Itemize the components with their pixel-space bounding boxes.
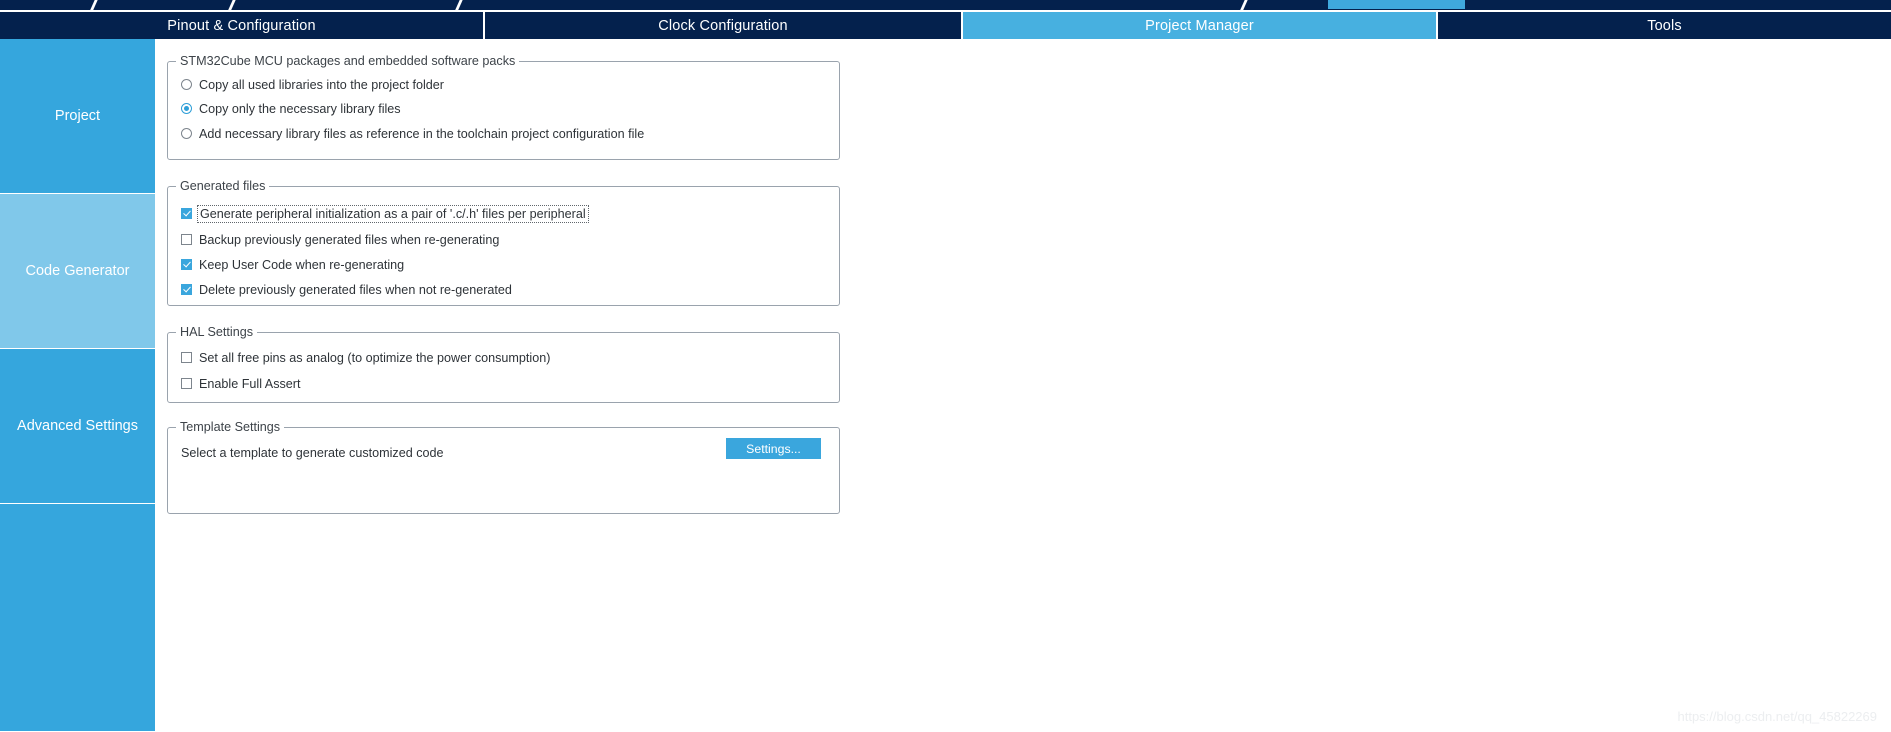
option-label: Copy only the necessary library files: [199, 101, 401, 116]
ribbon-slash-icon: [1237, 0, 1250, 10]
sidebar-item-label: Project: [54, 108, 101, 124]
checkbox-icon: [181, 378, 192, 389]
option-label: Add necessary library files as reference…: [199, 126, 645, 141]
tab-label: Tools: [1647, 17, 1682, 34]
code-generator-panel: STM32Cube MCU packages and embedded soft…: [155, 39, 1891, 732]
group-title: Generated files: [176, 179, 270, 193]
radio-add-libraries-as-reference[interactable]: Add necessary library files as reference…: [181, 125, 644, 142]
radio-icon: [181, 79, 192, 90]
option-label: Keep User Code when re-generating: [199, 257, 405, 272]
tab-clock-configuration[interactable]: Clock Configuration: [485, 12, 963, 39]
sidebar-item-empty: [0, 504, 155, 731]
ribbon-slash-icon: [87, 0, 100, 10]
option-label: Set all free pins as analog (to optimize…: [199, 350, 551, 365]
template-description: Select a template to generate customized…: [181, 446, 444, 460]
checkbox-keep-user-code[interactable]: Keep User Code when re-generating: [181, 256, 404, 273]
sidebar-item-advanced-settings[interactable]: Advanced Settings: [0, 349, 155, 504]
option-label: Copy all used libraries into the project…: [199, 77, 445, 92]
main-tab-bar: Pinout & Configuration Clock Configurati…: [0, 12, 1891, 39]
option-label: Delete previously generated files when n…: [199, 282, 512, 297]
radio-icon: [181, 128, 192, 139]
group-title: HAL Settings: [176, 325, 258, 339]
group-generated-files: Generated files Generate peripheral init…: [167, 179, 840, 306]
sidebar-item-project[interactable]: Project: [0, 39, 155, 194]
radio-copy-all-libraries[interactable]: Copy all used libraries into the project…: [181, 76, 444, 93]
option-label: Backup previously generated files when r…: [199, 232, 500, 247]
tab-label: Pinout & Configuration: [167, 17, 316, 34]
tab-tools[interactable]: Tools: [1438, 12, 1891, 39]
tab-label: Project Manager: [1145, 17, 1254, 34]
checkbox-icon: [181, 352, 192, 363]
watermark-text: https://blog.csdn.net/qq_45822269: [1677, 709, 1878, 724]
sidebar-item-label: Advanced Settings: [17, 418, 138, 434]
project-manager-sidebar: Project Code Generator Advanced Settings: [0, 39, 155, 732]
group-mcu-packages: STM32Cube MCU packages and embedded soft…: [167, 54, 840, 160]
checkbox-enable-full-assert[interactable]: Enable Full Assert: [181, 375, 301, 392]
tab-project-manager[interactable]: Project Manager: [963, 12, 1438, 39]
toolbar-bottom-strip: [0, 0, 1891, 10]
option-label: Enable Full Assert: [199, 376, 301, 391]
ribbon-slash-icon: [225, 0, 238, 10]
checkbox-generate-peripheral-init[interactable]: Generate peripheral initialization as a …: [181, 204, 589, 223]
checkbox-icon: [181, 208, 192, 219]
group-hal-settings: HAL Settings Set all free pins as analog…: [167, 325, 840, 403]
option-label: Generate peripheral initialization as a …: [197, 204, 589, 223]
button-label: Settings...: [746, 441, 801, 456]
radio-copy-necessary-libraries[interactable]: Copy only the necessary library files: [181, 100, 401, 117]
template-settings-button[interactable]: Settings...: [726, 438, 821, 459]
group-title: Template Settings: [176, 420, 285, 434]
checkbox-set-free-pins-analog[interactable]: Set all free pins as analog (to optimize…: [181, 349, 550, 366]
checkbox-icon: [181, 234, 192, 245]
checkbox-delete-previously-generated[interactable]: Delete previously generated files when n…: [181, 281, 512, 298]
checkbox-backup-previously-generated[interactable]: Backup previously generated files when r…: [181, 231, 499, 248]
ribbon-slash-icon: [452, 0, 465, 10]
radio-icon: [181, 103, 192, 114]
tab-pinout-configuration[interactable]: Pinout & Configuration: [0, 12, 485, 39]
checkbox-icon: [181, 259, 192, 270]
progress-indicator: [1328, 0, 1465, 9]
sidebar-item-code-generator[interactable]: Code Generator: [0, 194, 155, 349]
group-template-settings: Template Settings Select a template to g…: [167, 420, 840, 514]
sidebar-item-label: Code Generator: [25, 263, 130, 279]
tab-label: Clock Configuration: [658, 17, 788, 34]
checkbox-icon: [181, 284, 192, 295]
group-title: STM32Cube MCU packages and embedded soft…: [176, 54, 520, 68]
